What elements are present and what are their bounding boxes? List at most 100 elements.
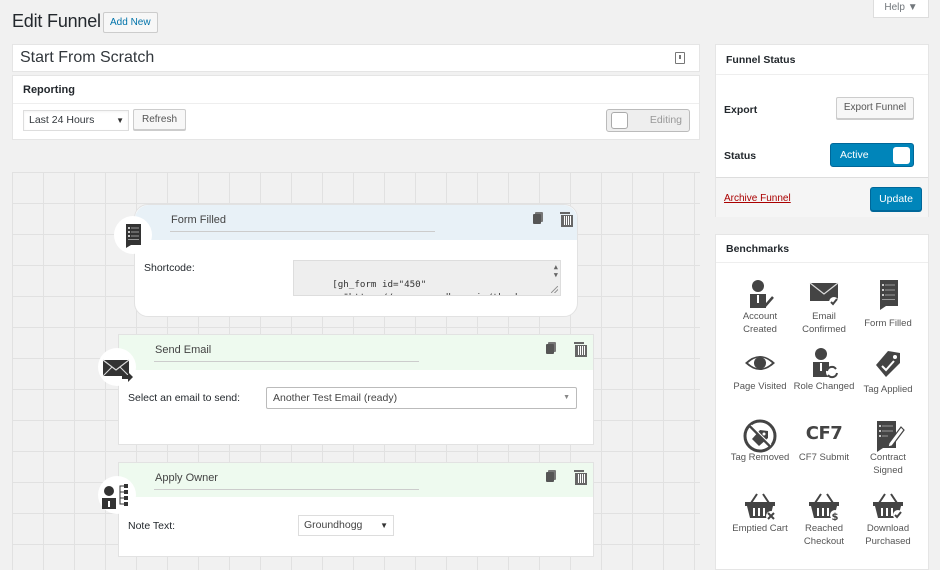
benchmark-label: CF7 Submit bbox=[798, 452, 850, 463]
eye-icon bbox=[745, 356, 775, 370]
note-text-label: Note Text: bbox=[128, 520, 176, 532]
resize-grip-icon[interactable] bbox=[551, 286, 558, 293]
download-purchased-icon bbox=[873, 493, 903, 520]
date-range-value: Last 24 Hours bbox=[29, 114, 95, 126]
benchmark-label: Role Changed bbox=[793, 381, 855, 392]
duplicate-icon[interactable] bbox=[546, 342, 556, 354]
benchmark-label: Emptied Cart bbox=[732, 523, 788, 534]
reporting-heading: Reporting bbox=[23, 84, 75, 96]
status-footer: Archive Funnel Update bbox=[716, 177, 928, 217]
duplicate-icon[interactable] bbox=[546, 470, 556, 482]
benchmark-reached-checkout[interactable]: $ Reached Checkout bbox=[792, 491, 856, 559]
owner-select[interactable]: Groundhogg ▼ bbox=[298, 515, 394, 536]
benchmark-role-changed[interactable]: Role Changed bbox=[792, 347, 856, 415]
trash-icon[interactable] bbox=[574, 342, 587, 357]
step-header: Apply Owner bbox=[119, 463, 593, 497]
form-icon bbox=[114, 216, 152, 254]
tag-removed-icon bbox=[743, 419, 777, 453]
benchmarks-heading: Benchmarks bbox=[726, 243, 790, 255]
export-label: Export bbox=[724, 104, 758, 116]
step-title[interactable]: Send Email bbox=[154, 344, 419, 362]
trash-icon[interactable] bbox=[574, 470, 587, 485]
role-changed-icon bbox=[813, 348, 838, 379]
step-title[interactable]: Form Filled bbox=[170, 214, 435, 232]
funnel-step-apply-owner[interactable]: Apply Owner Note Text: Groundhogg ▼ bbox=[118, 462, 594, 557]
email-confirmed-icon bbox=[809, 282, 839, 307]
benchmark-label: Reached Checkout bbox=[803, 523, 845, 547]
reached-checkout-icon: $ bbox=[809, 493, 840, 521]
export-funnel-button[interactable]: Export Funnel bbox=[836, 97, 914, 119]
step-title[interactable]: Apply Owner bbox=[154, 472, 419, 490]
funnel-canvas: Form Filled Shortcode: [gh_form id="450"… bbox=[12, 172, 700, 570]
benchmark-label: Account Created bbox=[742, 311, 778, 335]
funnel-title-text: Start From Scratch bbox=[20, 49, 155, 66]
funnel-step-form-filled[interactable]: Form Filled Shortcode: [gh_form id="450"… bbox=[134, 204, 578, 317]
add-new-button[interactable]: Add New bbox=[103, 12, 158, 33]
benchmark-cf7-submit[interactable]: CF7 CF7 Submit bbox=[792, 419, 856, 487]
benchmark-tag-applied[interactable]: Tag Applied bbox=[856, 347, 920, 415]
shortcode-label: Shortcode: bbox=[144, 262, 195, 274]
status-toggle[interactable]: Active bbox=[830, 143, 914, 167]
toggle-knob bbox=[893, 147, 910, 164]
chevron-down-icon: ▼ bbox=[116, 116, 124, 125]
funnel-title-field[interactable]: Start From Scratch bbox=[12, 44, 700, 72]
email-send-icon bbox=[98, 348, 136, 386]
benchmark-contract-signed[interactable]: Contract Signed bbox=[856, 419, 920, 487]
benchmark-label: Form Filled bbox=[864, 318, 912, 329]
owner-select-value: Groundhogg bbox=[304, 519, 363, 531]
editing-label: Editing bbox=[649, 114, 682, 126]
funnel-status-heading: Funnel Status bbox=[726, 54, 796, 66]
chevron-down-icon: ▼ bbox=[380, 521, 388, 530]
refresh-button[interactable]: Refresh bbox=[133, 109, 187, 130]
form-filled-icon bbox=[880, 280, 898, 310]
benchmarks-header: Benchmarks bbox=[716, 235, 928, 263]
funnel-status-header: Funnel Status bbox=[716, 45, 928, 75]
contract-signed-icon bbox=[877, 421, 905, 452]
archive-funnel-link[interactable]: Archive Funnel bbox=[724, 193, 791, 204]
benchmarks-panel: Benchmarks Account Created Email Confirm… bbox=[715, 234, 929, 570]
benchmark-tag-removed[interactable]: Tag Removed bbox=[728, 419, 792, 487]
benchmark-email-confirmed[interactable]: Email Confirmed bbox=[792, 277, 856, 345]
funnel-status-panel: Funnel Status Export Export Funnel Statu… bbox=[715, 44, 929, 217]
email-select-value: Another Test Email (ready) bbox=[273, 392, 398, 404]
benchmark-label: Email Confirmed bbox=[802, 311, 846, 335]
step-header: Form Filled bbox=[135, 205, 577, 240]
benchmark-label: Tag Applied bbox=[863, 384, 913, 395]
help-tab-button[interactable]: Help ▼ bbox=[873, 0, 929, 18]
benchmark-label: Tag Removed bbox=[730, 452, 790, 463]
benchmark-account-created[interactable]: Account Created bbox=[728, 277, 792, 345]
benchmark-download-purchased[interactable]: Download Purchased bbox=[856, 491, 920, 559]
page-title: Edit Funnel bbox=[12, 11, 101, 31]
tag-applied-icon bbox=[876, 351, 900, 377]
email-select[interactable]: Another Test Email (ready) ▼ bbox=[266, 387, 577, 409]
benchmark-page-visited[interactable]: Page Visited bbox=[728, 347, 792, 415]
status-toggle-label: Active bbox=[840, 149, 869, 161]
benchmark-label: Contract Signed bbox=[870, 452, 906, 476]
toggle-knob bbox=[611, 112, 628, 129]
trash-icon[interactable] bbox=[560, 212, 573, 227]
email-select-label: Select an email to send: bbox=[128, 392, 241, 404]
editing-toggle[interactable]: Editing bbox=[606, 109, 690, 132]
reporting-panel: Reporting Last 24 Hours ▼ Refresh Editin… bbox=[12, 75, 700, 140]
svg-text:$: $ bbox=[832, 512, 839, 521]
shortcode-value: [gh_form id="450" success="https://www.g… bbox=[299, 279, 526, 295]
benchmark-label: Page Visited bbox=[733, 381, 787, 392]
chevron-down-icon: ▼ bbox=[563, 394, 570, 401]
account-created-icon bbox=[750, 280, 774, 308]
benchmark-emptied-cart[interactable]: Emptied Cart bbox=[728, 491, 792, 559]
emptied-cart-icon bbox=[745, 493, 776, 521]
cf7-icon: CF7 bbox=[805, 423, 843, 444]
benchmark-label: Download Purchased bbox=[865, 523, 911, 547]
funnel-step-send-email[interactable]: Send Email Select an email to send: Anot… bbox=[118, 334, 594, 445]
status-label: Status bbox=[724, 150, 757, 162]
owner-icon bbox=[98, 476, 136, 514]
update-button[interactable]: Update bbox=[870, 187, 922, 211]
info-icon[interactable] bbox=[675, 52, 685, 64]
duplicate-icon[interactable] bbox=[533, 212, 543, 224]
shortcode-textarea[interactable]: [gh_form id="450" success="https://www.g… bbox=[293, 260, 561, 296]
date-range-select[interactable]: Last 24 Hours ▼ bbox=[23, 110, 129, 131]
reporting-header: Reporting bbox=[13, 76, 699, 104]
step-header: Send Email bbox=[119, 335, 593, 370]
benchmark-form-filled[interactable]: Form Filled bbox=[856, 277, 920, 345]
scroll-arrows-icon[interactable]: ▲ ▼ bbox=[554, 263, 558, 279]
